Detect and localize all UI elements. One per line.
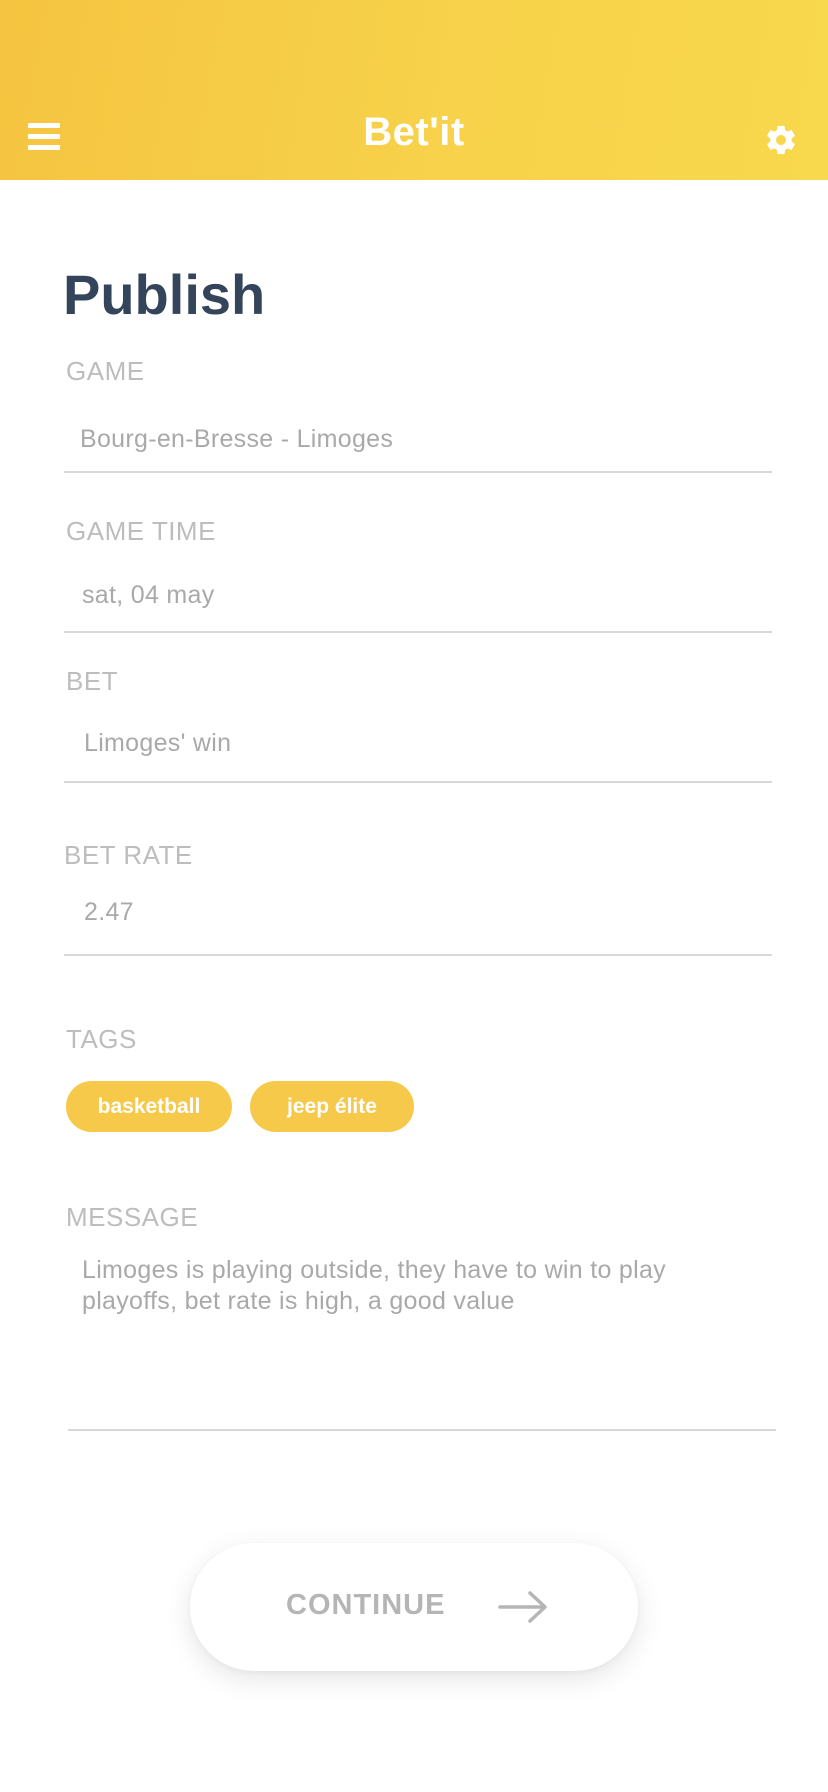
bet-rate-divider	[64, 954, 772, 956]
gear-icon[interactable]	[764, 123, 798, 157]
game-divider	[64, 471, 772, 473]
tags-label: TAGS	[66, 1024, 137, 1054]
game-input[interactable]: Bourg-en-Bresse - Limoges	[80, 425, 393, 454]
message-label: MESSAGE	[66, 1202, 199, 1232]
game-time-label: GAME TIME	[66, 516, 216, 546]
game-time-input[interactable]: sat, 04 may	[82, 581, 215, 610]
tag-chip[interactable]: jeep élite	[250, 1081, 414, 1132]
continue-button[interactable]: CONTINUE	[190, 1543, 638, 1671]
bet-divider	[64, 781, 772, 783]
tag-chip[interactable]: basketball	[66, 1081, 232, 1132]
continue-label: CONTINUE	[286, 1589, 446, 1621]
bet-input[interactable]: Limoges' win	[84, 729, 231, 758]
page-title: Publish	[63, 263, 266, 326]
bet-rate-label: BET RATE	[64, 840, 193, 870]
bet-rate-input[interactable]: 2.47	[84, 898, 134, 927]
arrow-right-icon	[498, 1591, 547, 1623]
bet-label: BET	[66, 666, 119, 696]
message-textarea[interactable]: Limoges is playing outside, they have to…	[82, 1255, 742, 1317]
game-time-divider	[64, 631, 772, 633]
game-label: GAME	[66, 356, 145, 386]
message-divider	[68, 1429, 776, 1431]
app-bar: Bet'it	[0, 0, 828, 180]
app-title: Bet'it	[363, 110, 465, 154]
